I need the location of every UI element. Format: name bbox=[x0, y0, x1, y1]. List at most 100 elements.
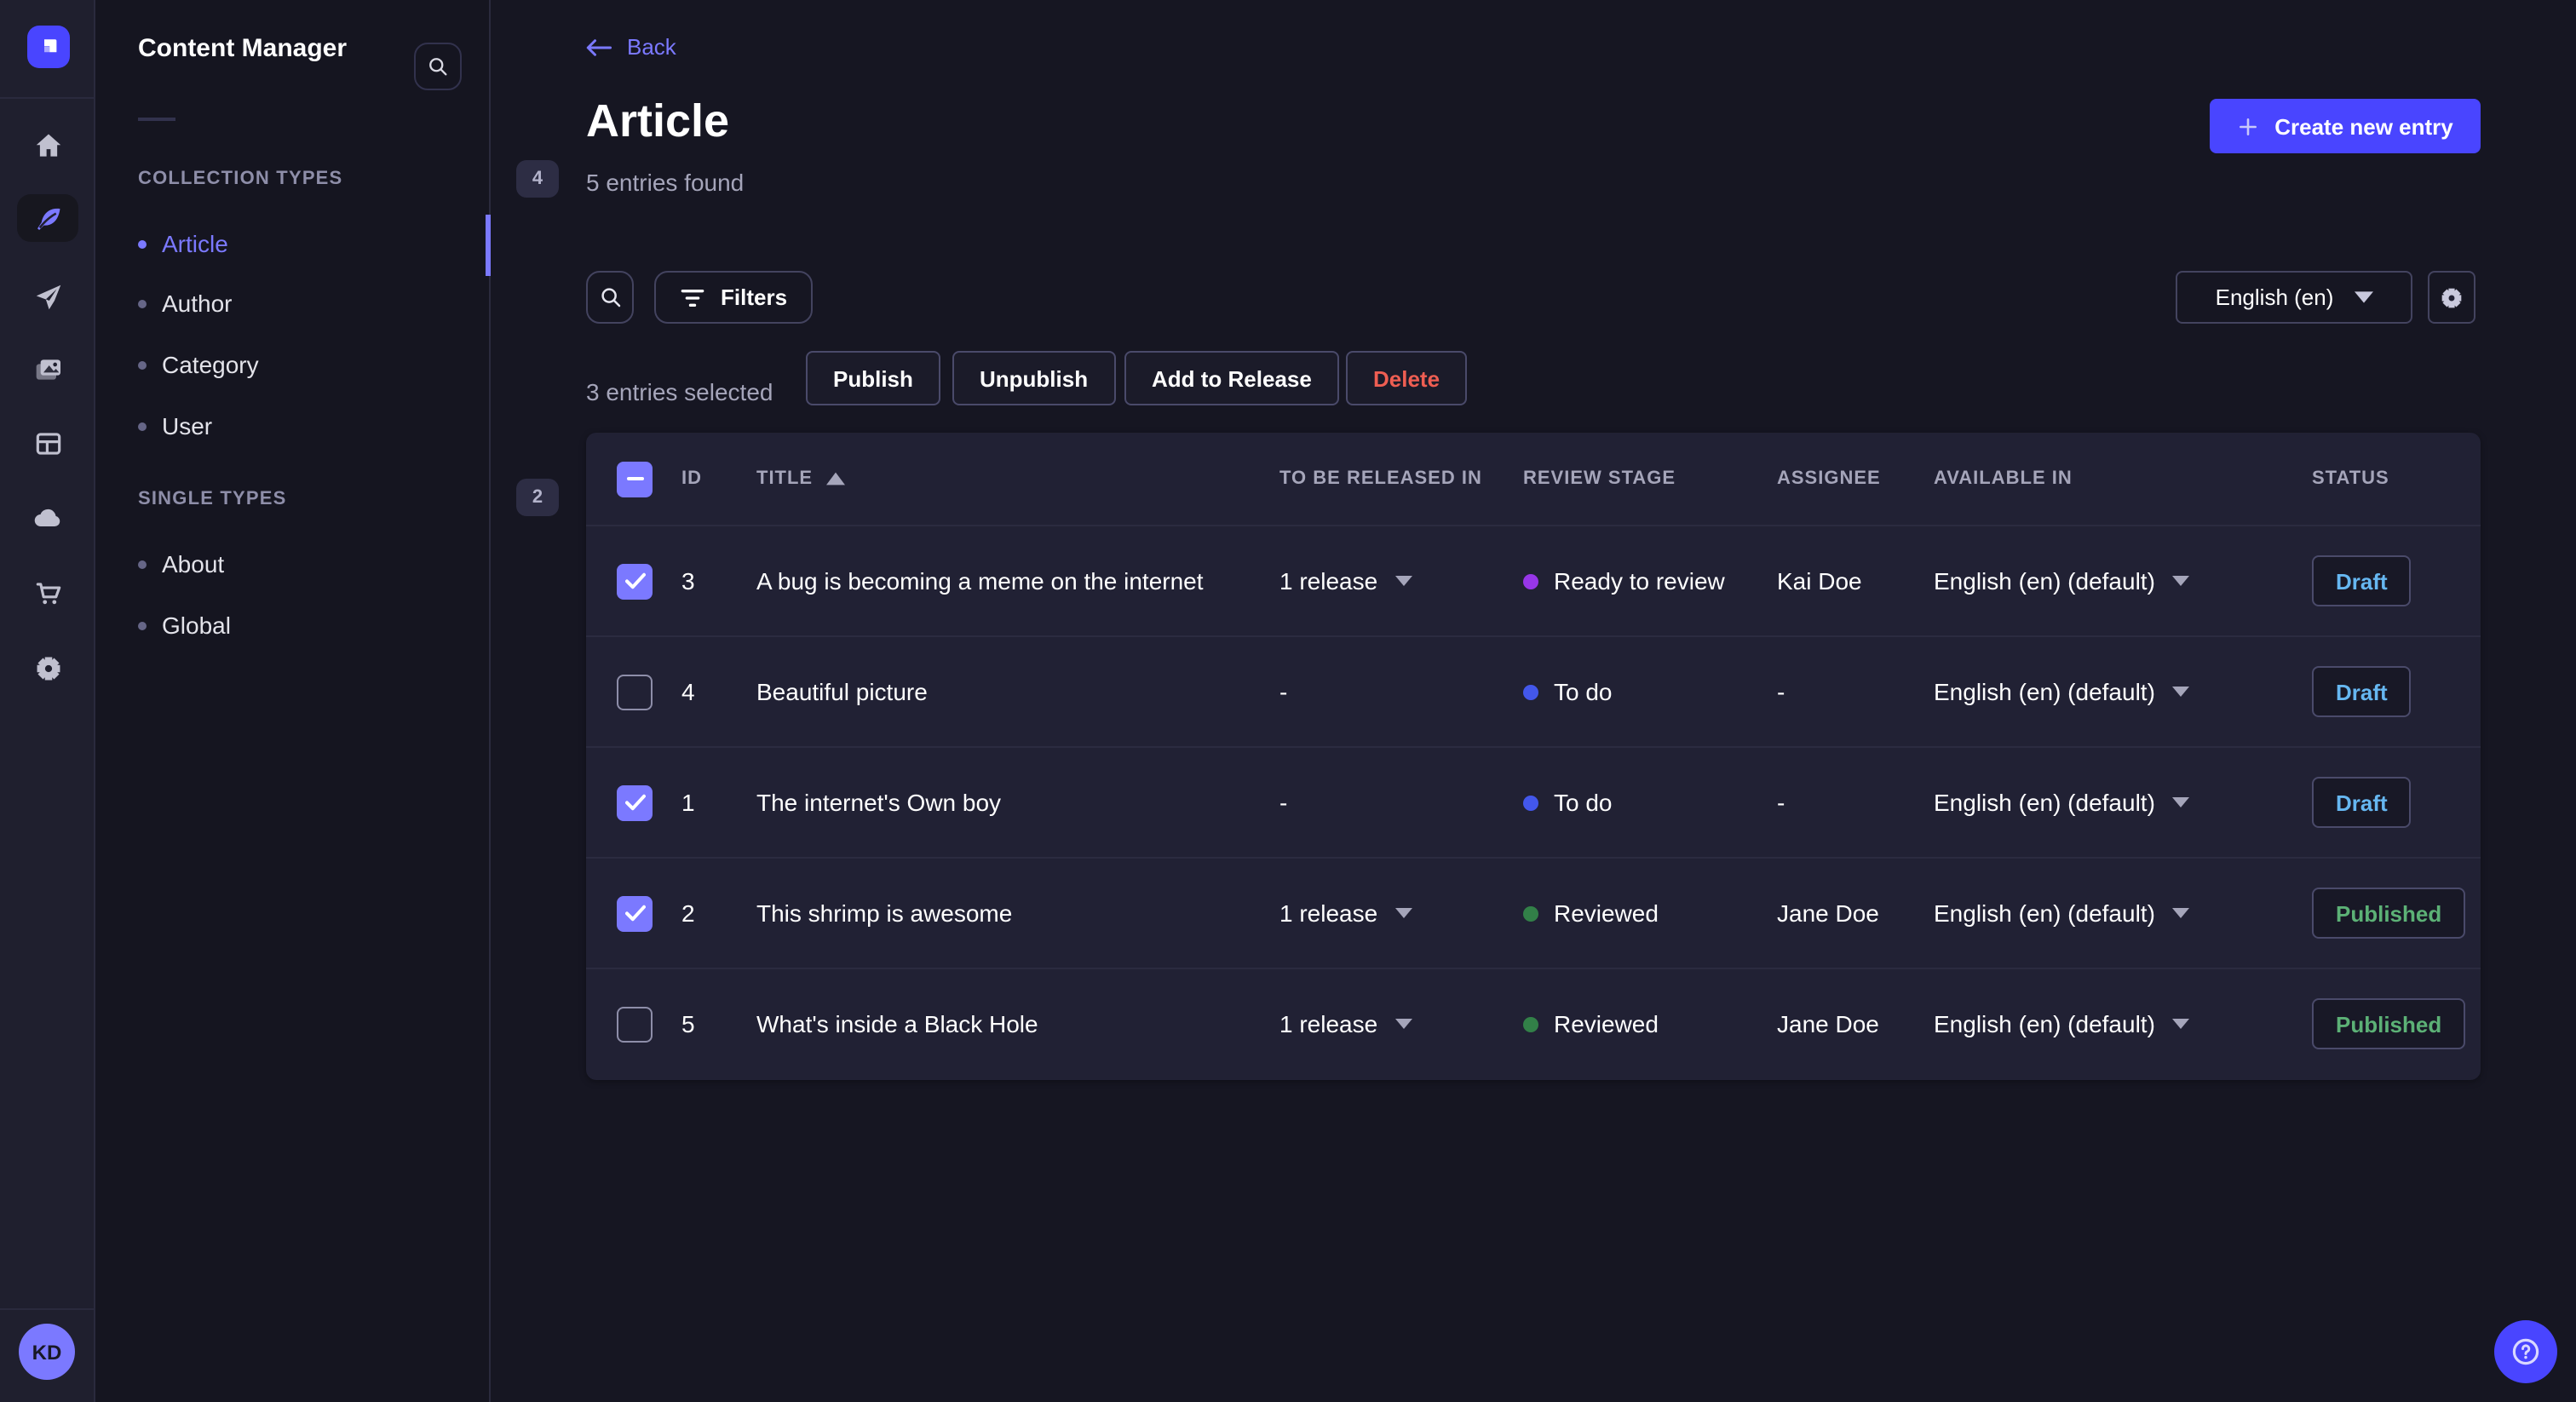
cell-release[interactable]: 1 release bbox=[1279, 567, 1523, 595]
sort-ascending-icon bbox=[826, 472, 846, 486]
column-id[interactable]: ID bbox=[681, 468, 756, 489]
chevron-down-icon bbox=[1394, 576, 1412, 586]
media-library-icon[interactable] bbox=[0, 341, 95, 399]
create-new-entry-button[interactable]: Create new entry bbox=[2210, 99, 2481, 153]
stage-dot bbox=[1523, 795, 1538, 810]
cloud-icon[interactable] bbox=[0, 489, 95, 547]
row-checkbox[interactable] bbox=[617, 674, 653, 710]
arrow-left-icon bbox=[586, 38, 612, 55]
back-link[interactable]: Back bbox=[586, 34, 676, 60]
content-type-builder-icon[interactable] bbox=[0, 414, 95, 472]
question-icon bbox=[2512, 1338, 2539, 1365]
cell-release[interactable]: 1 release bbox=[1279, 1010, 1523, 1037]
search-icon bbox=[429, 58, 447, 76]
stage-dot bbox=[1523, 905, 1538, 921]
sidebar-item-global[interactable]: Global bbox=[138, 606, 479, 644]
sidebar-item-author[interactable]: Author bbox=[138, 284, 479, 322]
cell-available-in[interactable]: English (en) (default) bbox=[1934, 789, 2312, 816]
entries-table: ID TITLE TO BE RELEASED IN REVIEW STAGE … bbox=[586, 433, 2481, 1080]
cell-review-stage: Ready to review bbox=[1523, 567, 1777, 595]
help-button[interactable] bbox=[2494, 1320, 2557, 1383]
unpublish-button[interactable]: Unpublish bbox=[952, 351, 1116, 405]
strapi-logo[interactable] bbox=[27, 26, 70, 68]
list-settings-button[interactable] bbox=[2428, 271, 2475, 324]
column-status[interactable]: STATUS bbox=[2312, 468, 2481, 489]
table-row[interactable]: 3 A bug is becoming a meme on the intern… bbox=[586, 525, 2481, 635]
cell-status: Draft bbox=[2312, 555, 2481, 606]
status-badge: Draft bbox=[2312, 777, 2412, 828]
cell-title: What's inside a Black Hole bbox=[756, 1010, 1038, 1037]
sidebar-item-user[interactable]: User bbox=[138, 407, 479, 445]
sidebar-item-about[interactable]: About bbox=[138, 545, 479, 583]
table-row[interactable]: 1 The internet's Own boy - To do - Engli… bbox=[586, 746, 2481, 857]
cell-release[interactable]: - bbox=[1279, 678, 1523, 705]
user-avatar[interactable]: KD bbox=[19, 1324, 75, 1380]
cell-assignee: Kai Doe bbox=[1777, 567, 1862, 595]
sidebar-item-article[interactable]: Article bbox=[138, 225, 479, 262]
cell-available-in[interactable]: English (en) (default) bbox=[1934, 1010, 2312, 1037]
subnav-title: Content Manager bbox=[138, 34, 348, 63]
marketplace-icon[interactable] bbox=[0, 564, 95, 622]
publish-button[interactable]: Publish bbox=[806, 351, 940, 405]
cell-assignee: Jane Doe bbox=[1777, 899, 1879, 927]
chevron-down-icon bbox=[2171, 576, 2189, 586]
main-nav-rail: KD bbox=[0, 0, 95, 1402]
cell-title: Beautiful picture bbox=[756, 678, 928, 705]
cell-id: 1 bbox=[681, 789, 695, 816]
cell-assignee: - bbox=[1777, 789, 1785, 816]
app: KD Content Manager COLLECTION TYPES 4 Ar… bbox=[0, 0, 2576, 1402]
content-manager-icon[interactable] bbox=[17, 194, 78, 242]
table-row[interactable]: 5 What's inside a Black Hole 1 release R… bbox=[586, 968, 2481, 1078]
column-assignee[interactable]: ASSIGNEE bbox=[1777, 468, 1934, 489]
cell-id: 3 bbox=[681, 567, 695, 595]
add-to-release-button[interactable]: Add to Release bbox=[1124, 351, 1339, 405]
row-checkbox[interactable] bbox=[617, 895, 653, 931]
cell-assignee: Jane Doe bbox=[1777, 1010, 1879, 1037]
cell-available-in[interactable]: English (en) (default) bbox=[1934, 899, 2312, 927]
cell-release[interactable]: - bbox=[1279, 789, 1523, 816]
row-checkbox[interactable] bbox=[617, 784, 653, 820]
content-manager-subnav: Content Manager COLLECTION TYPES 4 Artic… bbox=[95, 0, 559, 1402]
column-review-stage[interactable]: REVIEW STAGE bbox=[1523, 468, 1777, 489]
status-badge: Published bbox=[2312, 998, 2466, 1049]
bullet-icon bbox=[138, 422, 147, 430]
stage-dot bbox=[1523, 1016, 1538, 1031]
chevron-down-icon bbox=[2171, 797, 2189, 807]
cell-available-in[interactable]: English (en) (default) bbox=[1934, 567, 2312, 595]
table-row[interactable]: 4 Beautiful picture - To do - English (e… bbox=[586, 635, 2481, 746]
check-icon bbox=[624, 905, 645, 922]
cell-id: 4 bbox=[681, 678, 695, 705]
cell-status: Draft bbox=[2312, 666, 2481, 717]
main-content: Back Article 5 entries found Create new … bbox=[491, 0, 2576, 1402]
table-row[interactable]: 2 This shrimp is awesome 1 release Revie… bbox=[586, 857, 2481, 968]
select-all-checkbox[interactable] bbox=[617, 461, 653, 497]
chevron-down-icon bbox=[2171, 908, 2189, 918]
subnav-search-button[interactable] bbox=[414, 43, 462, 90]
filters-button[interactable]: Filters bbox=[654, 271, 814, 324]
chevron-down-icon bbox=[1394, 1019, 1412, 1029]
section-single-types: SINGLE TYPES bbox=[138, 489, 287, 509]
cell-release[interactable]: 1 release bbox=[1279, 899, 1523, 927]
cell-id: 5 bbox=[681, 1010, 695, 1037]
settings-icon[interactable] bbox=[0, 639, 95, 697]
cell-status: Published bbox=[2312, 888, 2481, 939]
search-button[interactable] bbox=[586, 271, 634, 324]
cell-available-in[interactable]: English (en) (default) bbox=[1934, 678, 2312, 705]
releases-icon[interactable] bbox=[0, 267, 95, 325]
sidebar-item-category[interactable]: Category bbox=[138, 346, 479, 383]
row-checkbox[interactable] bbox=[617, 563, 653, 599]
delete-button[interactable]: Delete bbox=[1346, 351, 1468, 405]
strapi-logo-icon bbox=[44, 39, 57, 53]
home-icon[interactable] bbox=[0, 116, 95, 174]
status-badge: Draft bbox=[2312, 666, 2412, 717]
stage-dot bbox=[1523, 573, 1538, 589]
cell-title: A bug is becoming a meme on the internet bbox=[756, 567, 1204, 595]
row-checkbox[interactable] bbox=[617, 1006, 653, 1042]
column-to-be-released-in[interactable]: TO BE RELEASED IN bbox=[1279, 468, 1523, 489]
cell-review-stage: To do bbox=[1523, 678, 1777, 705]
status-badge: Published bbox=[2312, 888, 2466, 939]
locale-select[interactable]: English (en) bbox=[2176, 271, 2412, 324]
column-available-in[interactable]: AVAILABLE IN bbox=[1934, 468, 2312, 489]
column-title[interactable]: TITLE bbox=[756, 468, 1279, 489]
check-icon bbox=[624, 572, 645, 589]
